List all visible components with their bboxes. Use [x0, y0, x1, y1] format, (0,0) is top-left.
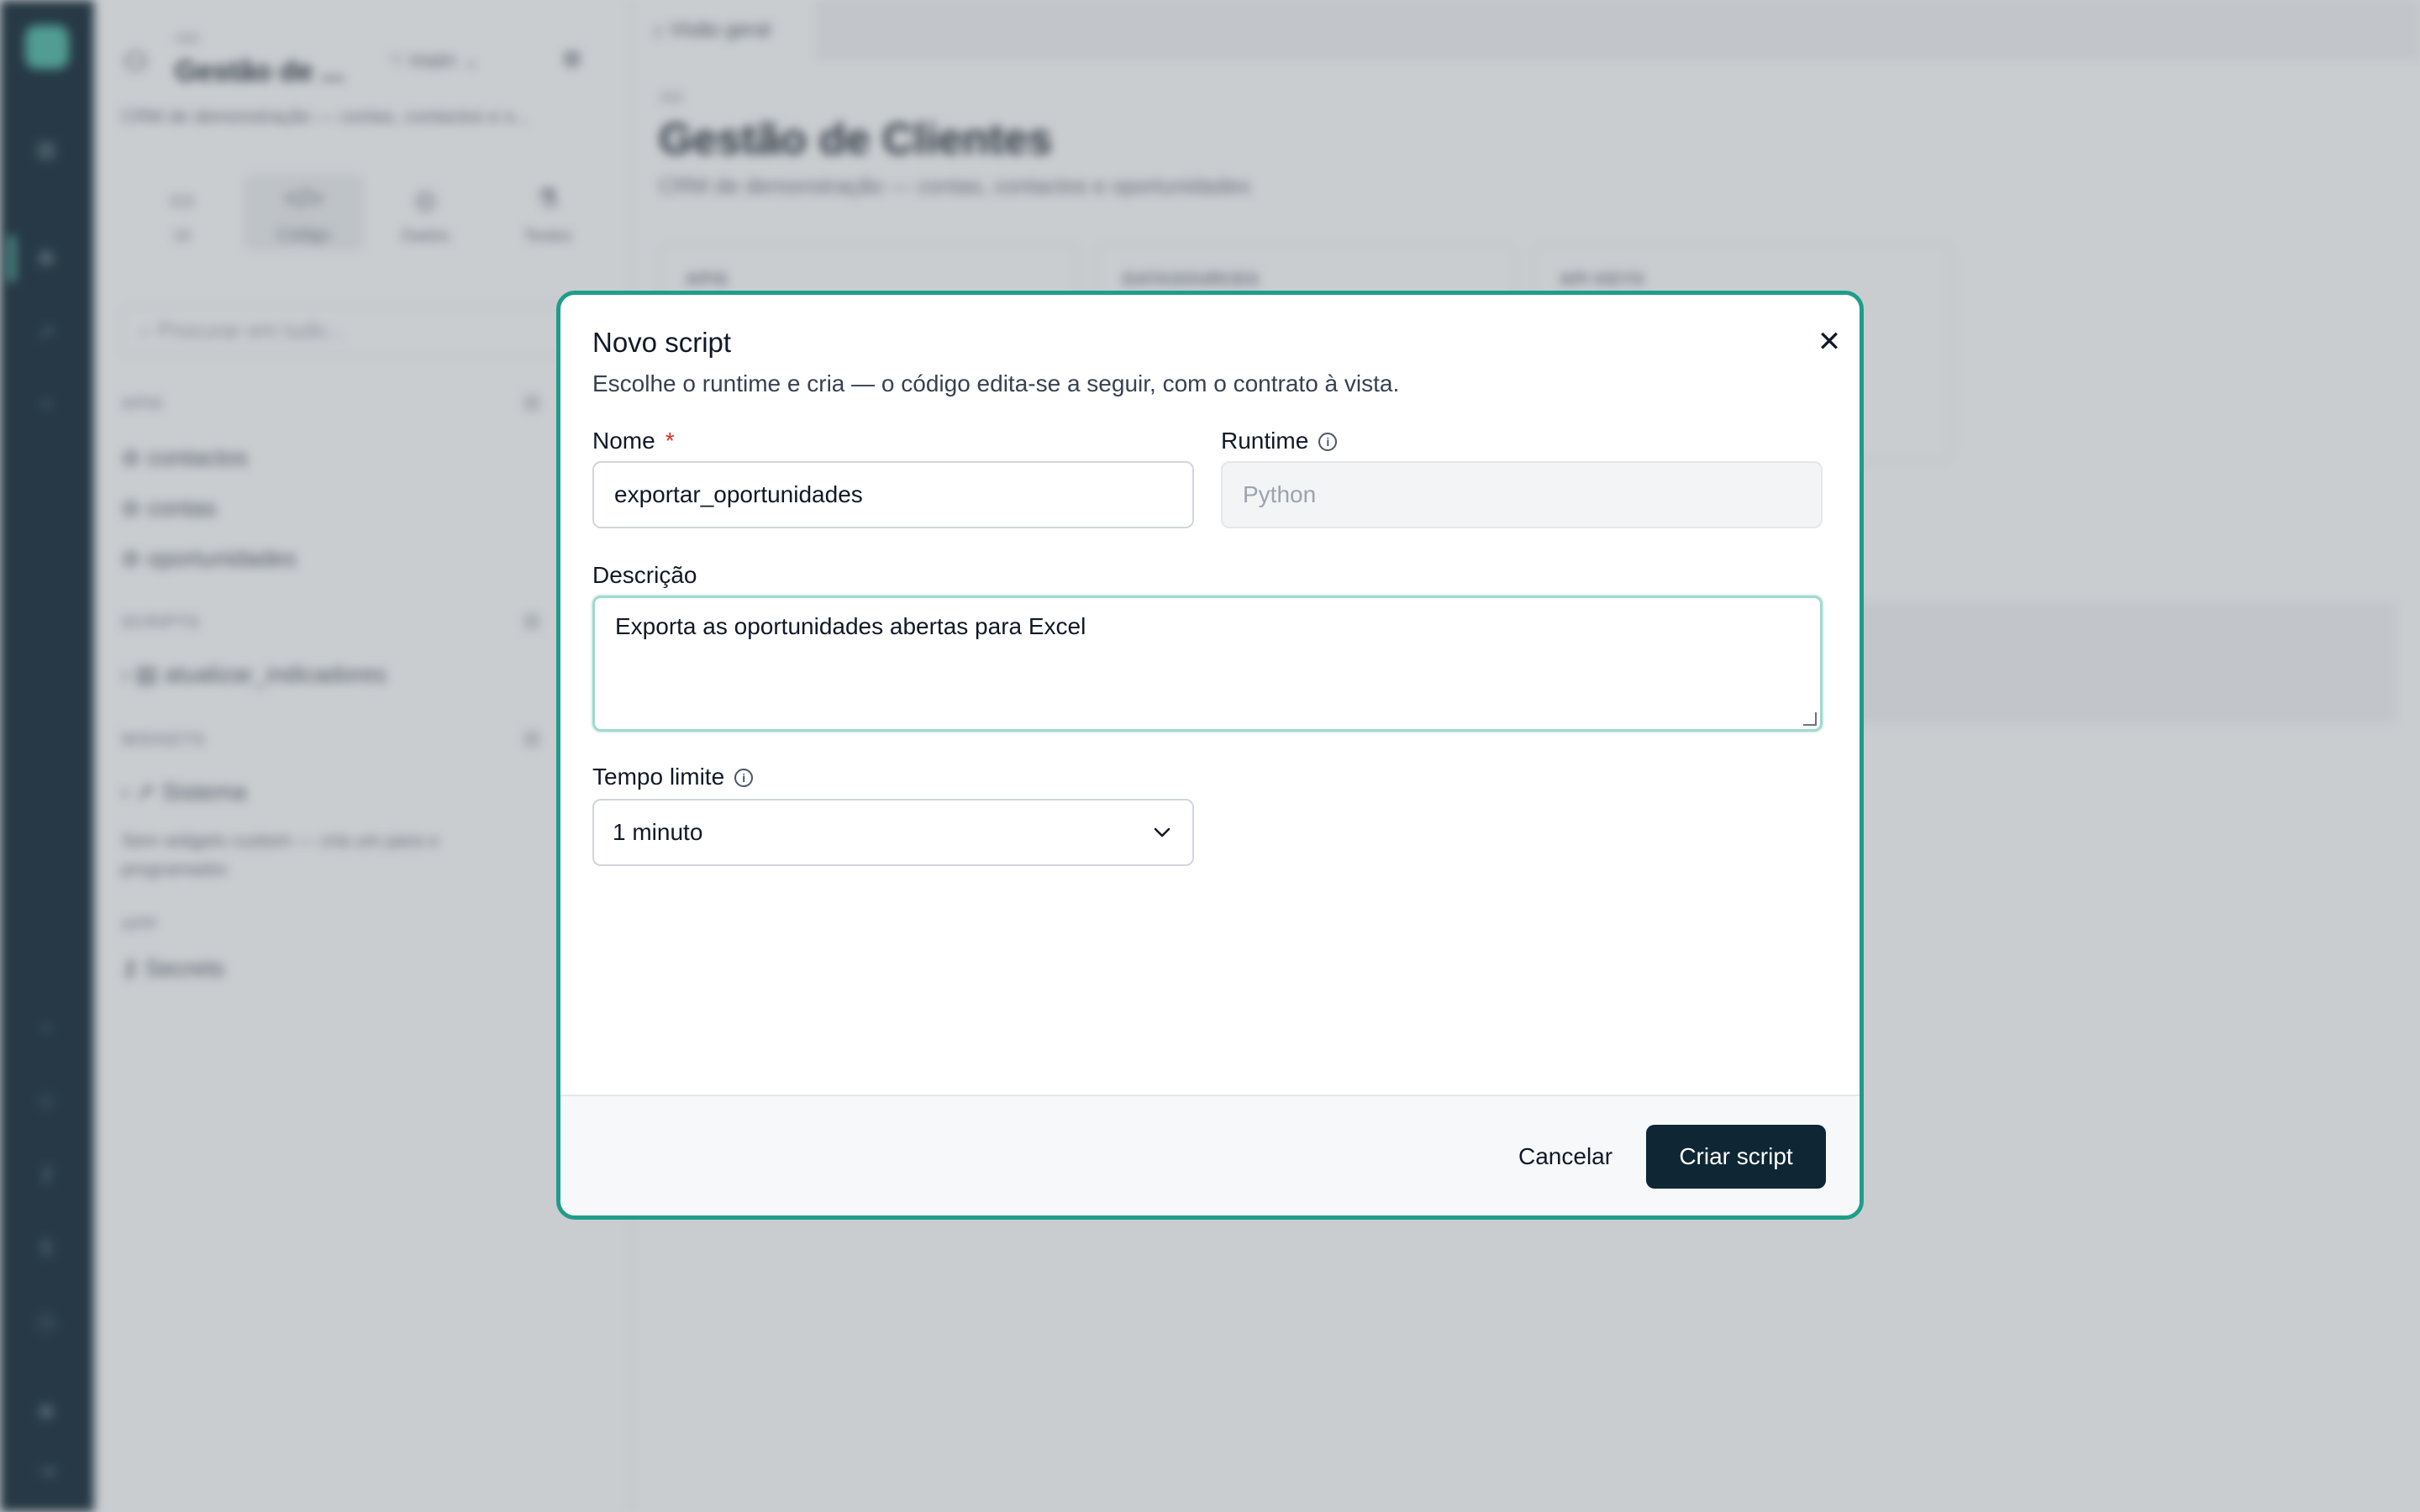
close-icon[interactable]: ✕ [1812, 325, 1846, 359]
create-script-button[interactable]: Criar script [1646, 1125, 1826, 1189]
info-icon[interactable]: i [1318, 433, 1338, 451]
description-label: Descrição [592, 562, 697, 588]
dialog-title: Novo script [592, 327, 732, 358]
runtime-field: Python [1221, 461, 1823, 528]
cancel-button[interactable]: Cancelar [1497, 1125, 1634, 1189]
chevron-down-icon [1154, 827, 1171, 837]
new-script-dialog: Novo script ✕ Escolhe o runtime e cria —… [556, 291, 1864, 1220]
timeout-label: Tempo limite i [592, 764, 754, 790]
timeout-select[interactable]: 1 minuto [592, 799, 1194, 866]
required-mark: * [665, 428, 675, 454]
description-textarea[interactable]: Exporta as oportunidades abertas para Ex… [592, 596, 1823, 732]
info-icon[interactable]: i [734, 769, 754, 787]
app-root: ▦ ◉ ➚ + ⌁ ☺ ⚷ $ ◷ ✺ ⇥ ⚇ app Gestão de ..… [0, 0, 2420, 1512]
runtime-label: Runtime i [1221, 428, 1338, 454]
dialog-subtitle: Escolhe o runtime e cria — o código edit… [592, 370, 1400, 396]
name-input[interactable]: exportar_oportunidades [592, 461, 1194, 528]
dialog-footer: Cancelar Criar script [560, 1095, 1860, 1215]
resize-handle-icon[interactable] [1803, 712, 1817, 726]
name-label: Nome * [592, 428, 675, 454]
